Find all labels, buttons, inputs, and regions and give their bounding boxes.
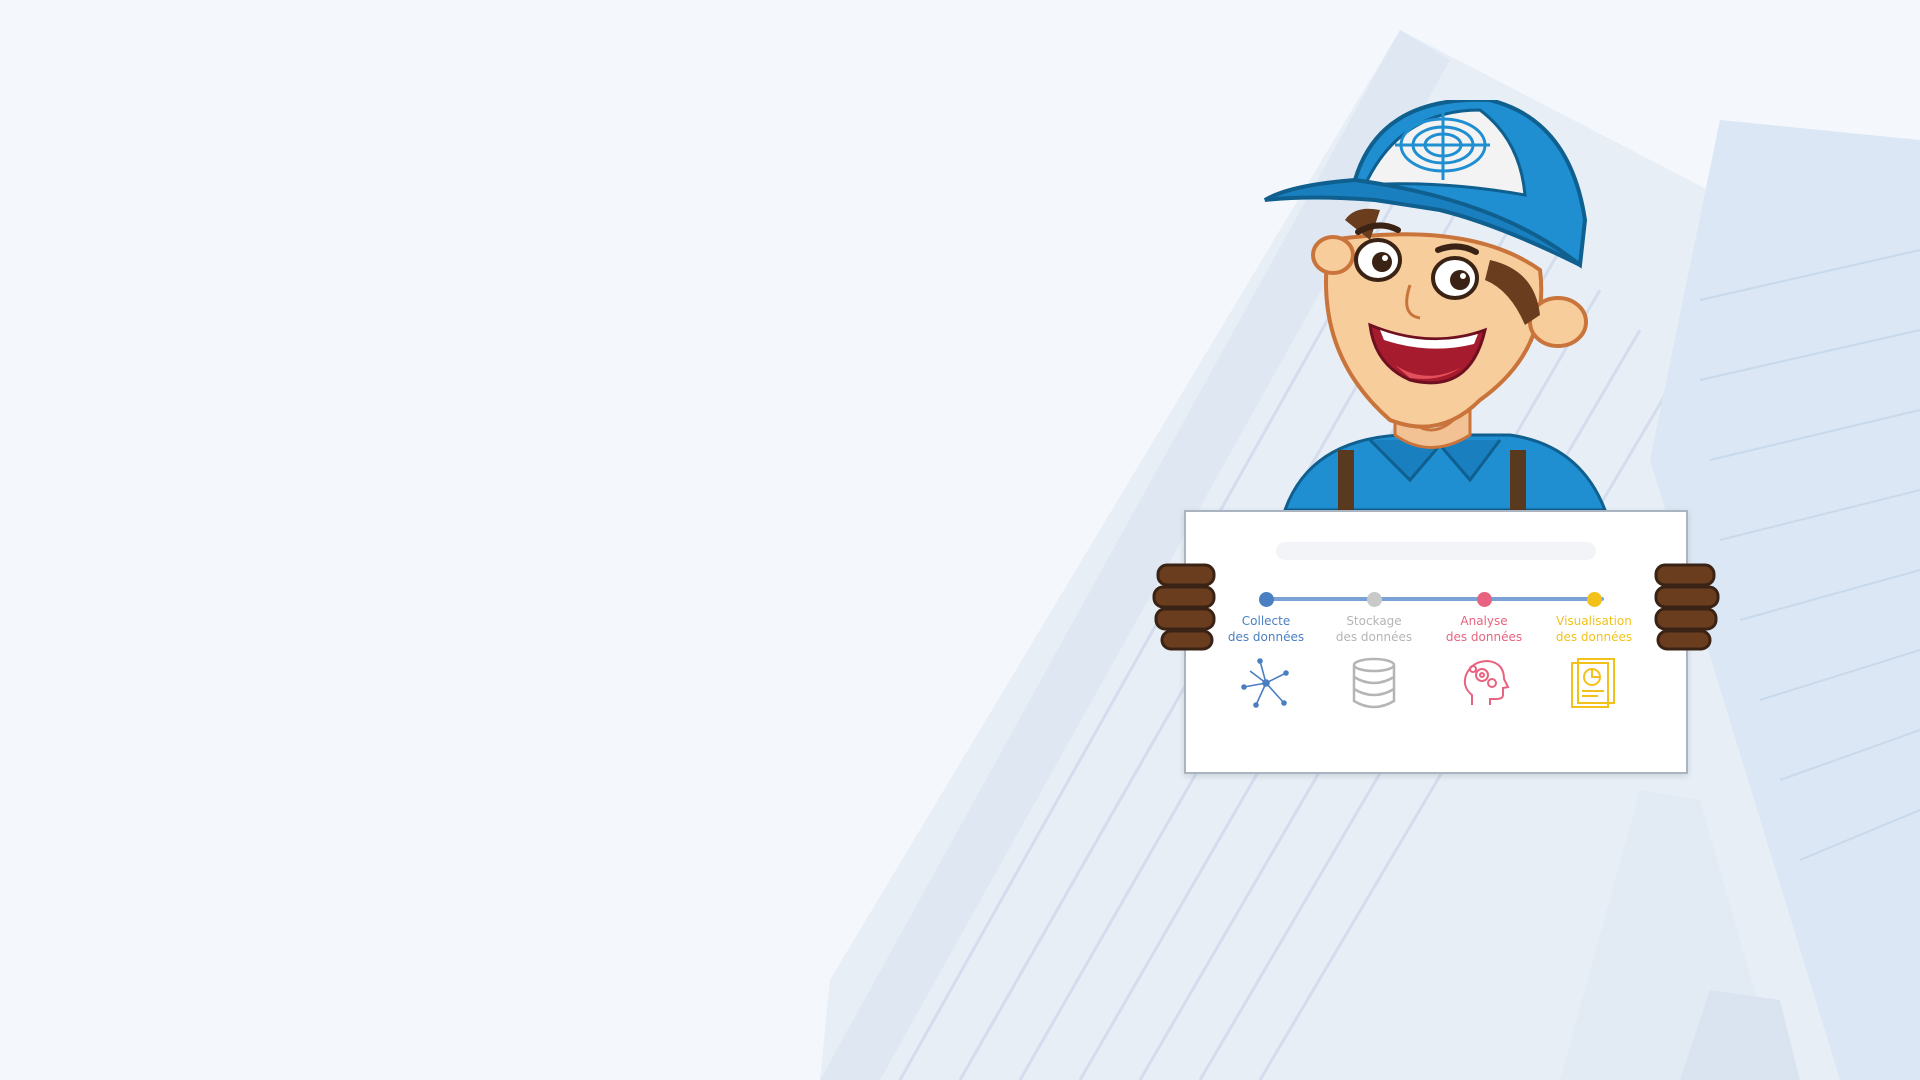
step-label: Visualisation des données [1544, 613, 1644, 645]
step-dot [1366, 592, 1382, 607]
report-chart-icon [1571, 658, 1615, 708]
step-label: Analyse des données [1434, 613, 1534, 645]
step-label-line1: Visualisation [1556, 614, 1632, 628]
step-label: Stockage des données [1324, 613, 1424, 645]
step-dot [1258, 592, 1274, 607]
brain-gear-icon [1463, 659, 1510, 705]
step-label-line2: des données [1335, 630, 1413, 644]
network-icon [1241, 658, 1289, 708]
step-label-line2: des données [1227, 630, 1305, 644]
step-label-line1: Collecte [1241, 614, 1291, 628]
step-stockage: Stockage des données [1324, 592, 1424, 709]
database-icon [1352, 657, 1396, 709]
step-label-line1: Analyse [1460, 614, 1508, 628]
step-visualisation: Visualisation des données [1544, 592, 1644, 709]
step-collecte: Collecte des données [1216, 592, 1316, 709]
step-label-line1: Stockage [1346, 614, 1402, 628]
board-title-placeholder [1276, 542, 1596, 560]
process-sign-board: Collecte des données Stockage des donnée… [1184, 510, 1688, 774]
step-dot [1586, 592, 1602, 607]
step-label-line2: des données [1445, 630, 1523, 644]
step-analyse: Analyse des données [1434, 592, 1534, 709]
step-dot [1476, 592, 1492, 607]
step-label-line2: des données [1555, 630, 1633, 644]
step-label: Collecte des données [1216, 613, 1316, 645]
